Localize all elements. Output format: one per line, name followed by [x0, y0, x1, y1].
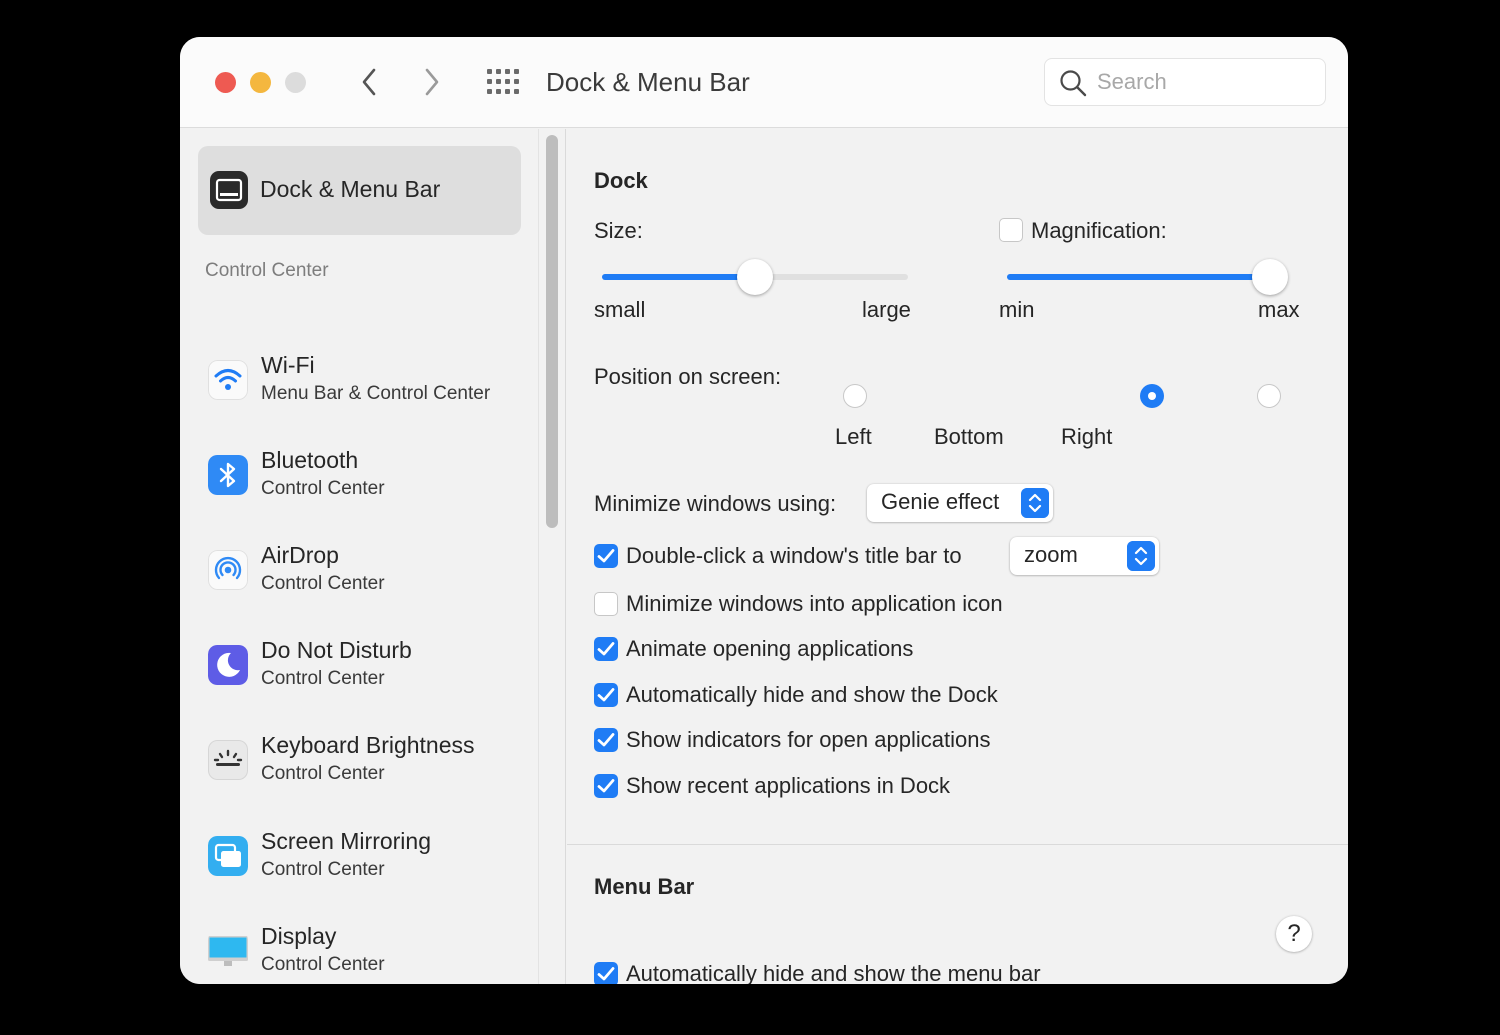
sidebar-item-name: Display: [261, 923, 337, 949]
sidebar-item-display[interactable]: Display Control Center: [205, 921, 525, 984]
minimize-button[interactable]: [250, 72, 271, 93]
size-max-label: large: [862, 297, 911, 322]
size-slider-thumb[interactable]: [737, 259, 773, 295]
sidebar-item-screen-mirroring[interactable]: Screen Mirroring Control Center: [205, 826, 525, 896]
sidebar-item-wifi[interactable]: Wi-Fi Menu Bar & Control Center: [205, 350, 525, 420]
zoom-button[interactable]: [285, 72, 306, 93]
display-icon: [208, 936, 248, 966]
chevron-updown-icon: [1127, 541, 1155, 571]
dock-heading: Dock: [594, 168, 648, 193]
sidebar-item-name: Do Not Disturb: [261, 637, 412, 663]
close-button[interactable]: [215, 72, 236, 93]
sidebar-item-name: Wi-Fi: [261, 352, 315, 378]
chevron-updown-icon: [1021, 488, 1049, 518]
checkmark-icon: [597, 549, 615, 563]
title-bar: Dock & Menu Bar: [180, 37, 1348, 128]
position-left-radio[interactable]: [843, 384, 867, 408]
option-label: Animate opening applications: [626, 636, 914, 661]
option-checkbox[interactable]: [594, 592, 618, 616]
option-label: Show recent applications in Dock: [626, 773, 951, 798]
bluetooth-icon: [208, 455, 248, 495]
menubar-heading: Menu Bar: [594, 874, 695, 899]
sidebar-item-dock-menu-bar[interactable]: Dock & Menu Bar: [198, 146, 521, 235]
sidebar-item-subtitle: Control Center: [261, 668, 385, 689]
help-button[interactable]: ?: [1276, 916, 1312, 952]
minimize-effect-value: Genie effect: [881, 489, 1000, 514]
search-icon: [1060, 70, 1087, 97]
size-label: Size:: [594, 218, 643, 243]
show-all-grid-button[interactable]: [485, 68, 521, 96]
double-click-action-value: zoom: [1024, 542, 1078, 567]
option-label: Minimize windows into application icon: [626, 591, 1003, 616]
checkmark-icon: [597, 967, 615, 981]
sidebar-item-name: Screen Mirroring: [261, 828, 431, 854]
checkmark-icon: [597, 642, 615, 656]
sidebar-selected-label: Dock & Menu Bar: [260, 176, 441, 202]
sidebar-item-keyboard-brightness[interactable]: Keyboard Brightness Control Center: [205, 730, 525, 800]
chevron-right-icon: [425, 68, 439, 96]
sidebar-item-name: Keyboard Brightness: [261, 732, 475, 758]
magnification-slider-fill: [1007, 274, 1270, 280]
sidebar-item-subtitle: Control Center: [261, 573, 385, 594]
search-input[interactable]: [1097, 67, 1317, 97]
keyboard-brightness-icon: [208, 740, 248, 780]
minimize-effect-popup[interactable]: Genie effect: [867, 484, 1053, 522]
sidebar-item-subtitle: Control Center: [261, 954, 385, 975]
sidebar-item-subtitle: Control Center: [261, 859, 385, 880]
double-click-label: Double-click a window's title bar to: [626, 543, 962, 568]
mag-min-label: min: [999, 297, 1035, 322]
option-checkbox[interactable]: [594, 774, 618, 798]
sidebar-scrollbar-thumb[interactable]: [546, 135, 558, 528]
position-bottom-radio[interactable]: [1140, 384, 1164, 408]
section-divider: [567, 844, 1348, 845]
chevron-left-icon: [362, 68, 376, 96]
sidebar-item-do-not-disturb[interactable]: Do Not Disturb Control Center: [205, 635, 525, 705]
position-bottom-label: Bottom: [934, 424, 1004, 449]
screen-mirroring-icon: [208, 836, 248, 876]
sidebar-item-airdrop[interactable]: AirDrop Control Center: [205, 540, 525, 610]
option-checkbox[interactable]: [594, 728, 618, 752]
size-min-label: small: [594, 297, 646, 322]
checkmark-icon: [597, 779, 615, 793]
search-field[interactable]: [1044, 58, 1326, 106]
position-left-label: Left: [835, 424, 872, 449]
option-label: Show indicators for open applications: [626, 727, 991, 752]
checkmark-icon: [597, 733, 615, 747]
sidebar-item-name: AirDrop: [261, 542, 339, 568]
magnification-slider-thumb[interactable]: [1252, 259, 1288, 295]
minimize-label: Minimize windows using:: [594, 491, 837, 516]
sidebar-item-bluetooth[interactable]: Bluetooth Control Center: [205, 445, 525, 515]
option-checkbox[interactable]: [594, 683, 618, 707]
sidebar-item-subtitle: Control Center: [261, 478, 385, 499]
preferences-window: Dock & Menu Bar Dock & Menu Bar Control …: [180, 37, 1348, 984]
position-label: Position on screen:: [594, 364, 782, 389]
sidebar-item-name: Bluetooth: [261, 447, 359, 473]
double-click-checkbox[interactable]: [594, 544, 618, 568]
menubar-autohide-label: Automatically hide and show the menu bar: [626, 961, 1041, 984]
back-button[interactable]: [352, 65, 386, 99]
option-label: Automatically hide and show the Dock: [626, 682, 998, 707]
size-slider-fill: [602, 274, 755, 280]
menubar-autohide-checkbox[interactable]: [594, 962, 618, 984]
sidebar-section-title: Control Center: [205, 260, 329, 281]
position-right-radio[interactable]: [1257, 384, 1281, 408]
option-checkbox[interactable]: [594, 637, 618, 661]
magnification-checkbox[interactable]: [999, 218, 1023, 242]
double-click-action-popup[interactable]: zoom: [1010, 537, 1159, 575]
dock-menu-bar-icon: [210, 171, 248, 209]
moon-icon: [208, 645, 248, 685]
wifi-icon: [208, 360, 248, 400]
checkmark-icon: [597, 688, 615, 702]
forward-button[interactable]: [415, 65, 449, 99]
airdrop-icon: [208, 550, 248, 590]
position-right-label: Right: [1061, 424, 1113, 449]
sidebar-item-subtitle: Menu Bar & Control Center: [261, 383, 491, 404]
sidebar-item-subtitle: Control Center: [261, 763, 385, 784]
magnification-label: Magnification:: [1031, 218, 1167, 243]
main-pane: Dock Size: small large Magnification: mi…: [567, 129, 1348, 984]
window-title: Dock & Menu Bar: [546, 67, 750, 97]
sidebar: Dock & Menu Bar Control Center Wi-Fi Men…: [180, 129, 538, 984]
mag-max-label: max: [1258, 297, 1300, 322]
